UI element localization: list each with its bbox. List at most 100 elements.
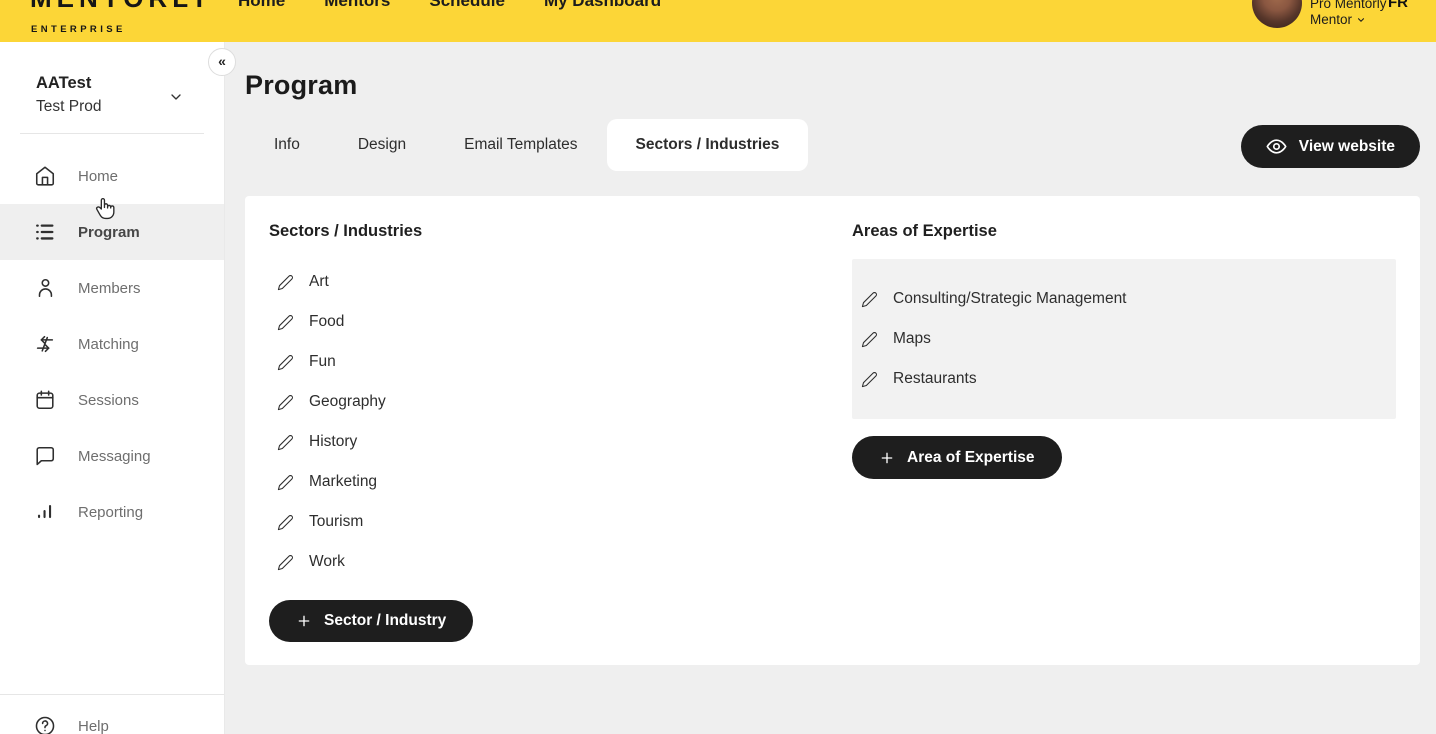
tab-email-templates[interactable]: Email Templates — [435, 119, 606, 171]
sectors-column: Sectors / Industries Art Food — [269, 222, 829, 642]
sidebar-collapse-button[interactable]: « — [208, 48, 236, 76]
chat-bubble-icon — [34, 445, 56, 467]
eye-icon — [1266, 136, 1287, 157]
add-expertise-button[interactable]: Area of Expertise — [852, 436, 1062, 479]
header-nav-link[interactable]: Schedule — [429, 0, 505, 11]
expertise-list: Consulting/Strategic Management Maps — [852, 259, 1396, 419]
edit-pencil-icon[interactable] — [277, 554, 294, 571]
sector-item-row: Work — [269, 542, 829, 582]
edit-pencil-icon[interactable] — [277, 394, 294, 411]
sector-item-row: Marketing — [269, 462, 829, 502]
expertise-item-row: Consulting/Strategic Management — [852, 279, 1396, 319]
sector-item-row: Geography — [269, 382, 829, 422]
tab-bar: Info Design Email Templates Sectors / In… — [245, 119, 808, 171]
org-name: AATest — [36, 72, 101, 95]
sector-item-label: Work — [309, 553, 345, 571]
brand-logo: MENTORLY — [30, 0, 213, 14]
sector-item-label: Geography — [309, 393, 386, 411]
list-icon — [34, 221, 56, 243]
bar-chart-icon — [34, 501, 56, 523]
plus-icon — [879, 450, 895, 466]
sector-item-label: Tourism — [309, 513, 363, 531]
sidebar-item-home[interactable]: Home — [0, 148, 224, 204]
org-switcher[interactable]: AATest Test Prod — [36, 72, 101, 118]
person-icon — [34, 277, 56, 299]
sidebar-item-label: Program — [78, 224, 140, 241]
expertise-heading: Areas of Expertise — [852, 222, 1396, 241]
add-expertise-label: Area of Expertise — [907, 449, 1035, 467]
edit-pencil-icon[interactable] — [277, 354, 294, 371]
sector-item-row: Fun — [269, 342, 829, 382]
calendar-icon — [34, 389, 56, 411]
sectors-card: Sectors / Industries Art Food — [245, 196, 1420, 665]
sidebar-item-label: Home — [78, 168, 118, 185]
main-content: Program Info Design Email Templates Sect… — [225, 42, 1436, 734]
brand-logo-subtitle: ENTERPRISE — [31, 24, 126, 35]
sidebar-item-reporting[interactable]: Reporting — [0, 484, 224, 540]
header-nav-link[interactable]: Home — [238, 0, 285, 11]
edit-pencil-icon[interactable] — [277, 474, 294, 491]
expertise-column: Areas of Expertise Consulting/Strategic … — [852, 222, 1396, 479]
expertise-item-label: Consulting/Strategic Management — [893, 290, 1127, 308]
edit-pencil-icon[interactable] — [277, 314, 294, 331]
edit-pencil-icon[interactable] — [861, 331, 878, 348]
sector-item-label: Fun — [309, 353, 336, 371]
language-selector[interactable]: FR — [1388, 0, 1408, 11]
edit-pencil-icon[interactable] — [277, 274, 294, 291]
header-nav-link[interactable]: Mentors — [324, 0, 390, 11]
sector-item-row: History — [269, 422, 829, 462]
view-website-button[interactable]: View website — [1241, 125, 1420, 168]
tab-sectors-industries[interactable]: Sectors / Industries — [607, 119, 809, 171]
sector-item-row: Food — [269, 302, 829, 342]
divider — [20, 133, 204, 134]
sidebar-item-program[interactable]: Program — [0, 204, 224, 260]
program-name: Test Prod — [36, 95, 101, 118]
sidebar-item-matching[interactable]: Matching — [0, 316, 224, 372]
home-icon — [34, 165, 56, 187]
role-dropdown[interactable]: Mentor — [1310, 12, 1366, 27]
edit-pencil-icon[interactable] — [861, 371, 878, 388]
sidebar-item-help[interactable]: Help — [0, 695, 224, 734]
edit-pencil-icon[interactable] — [277, 514, 294, 531]
sidebar-item-label: Help — [78, 718, 109, 734]
sidebar-item-label: Matching — [78, 336, 139, 353]
user-org-label: Pro Mentorly — [1310, 0, 1387, 11]
sidebar-nav: Home Program Members Matching Sessions — [0, 148, 224, 540]
sector-item-label: Art — [309, 273, 329, 291]
add-sector-button[interactable]: Sector / Industry — [269, 600, 473, 642]
page-title: Program — [245, 70, 357, 101]
sector-item-label: History — [309, 433, 357, 451]
expertise-item-row: Maps — [852, 319, 1396, 359]
tab-design[interactable]: Design — [329, 119, 435, 171]
sidebar-item-members[interactable]: Members — [0, 260, 224, 316]
sidebar-item-label: Messaging — [78, 448, 151, 465]
expertise-item-row: Restaurants — [852, 359, 1396, 399]
chevron-down-icon — [1356, 15, 1366, 25]
sidebar-footer: Help — [0, 694, 224, 734]
top-header-bar: MENTORLY ENTERPRISE Home Mentors Schedul… — [0, 0, 1436, 42]
sectors-list: Art Food Fun — [269, 262, 829, 582]
tab-info[interactable]: Info — [245, 119, 329, 171]
expertise-item-label: Restaurants — [893, 370, 977, 388]
role-label: Mentor — [1310, 12, 1352, 27]
sidebar-item-label: Sessions — [78, 392, 139, 409]
sidebar-item-sessions[interactable]: Sessions — [0, 372, 224, 428]
edit-pencil-icon[interactable] — [861, 291, 878, 308]
sidebar-item-label: Members — [78, 280, 141, 297]
user-avatar[interactable] — [1252, 0, 1302, 28]
exchange-arrows-icon — [34, 333, 56, 355]
header-nav-link[interactable]: My Dashboard — [544, 0, 661, 11]
sidebar: AATest Test Prod Home Program Members — [0, 42, 225, 734]
plus-icon — [296, 613, 312, 629]
sidebar-item-messaging[interactable]: Messaging — [0, 428, 224, 484]
expertise-item-label: Maps — [893, 330, 931, 348]
sidebar-item-label: Reporting — [78, 504, 143, 521]
sector-item-label: Marketing — [309, 473, 377, 491]
view-website-label: View website — [1299, 138, 1395, 156]
sector-item-row: Tourism — [269, 502, 829, 542]
double-chevron-left-icon: « — [218, 54, 226, 68]
sectors-heading: Sectors / Industries — [269, 222, 829, 241]
sector-item-label: Food — [309, 313, 344, 331]
chevron-down-icon[interactable] — [168, 89, 184, 105]
edit-pencil-icon[interactable] — [277, 434, 294, 451]
